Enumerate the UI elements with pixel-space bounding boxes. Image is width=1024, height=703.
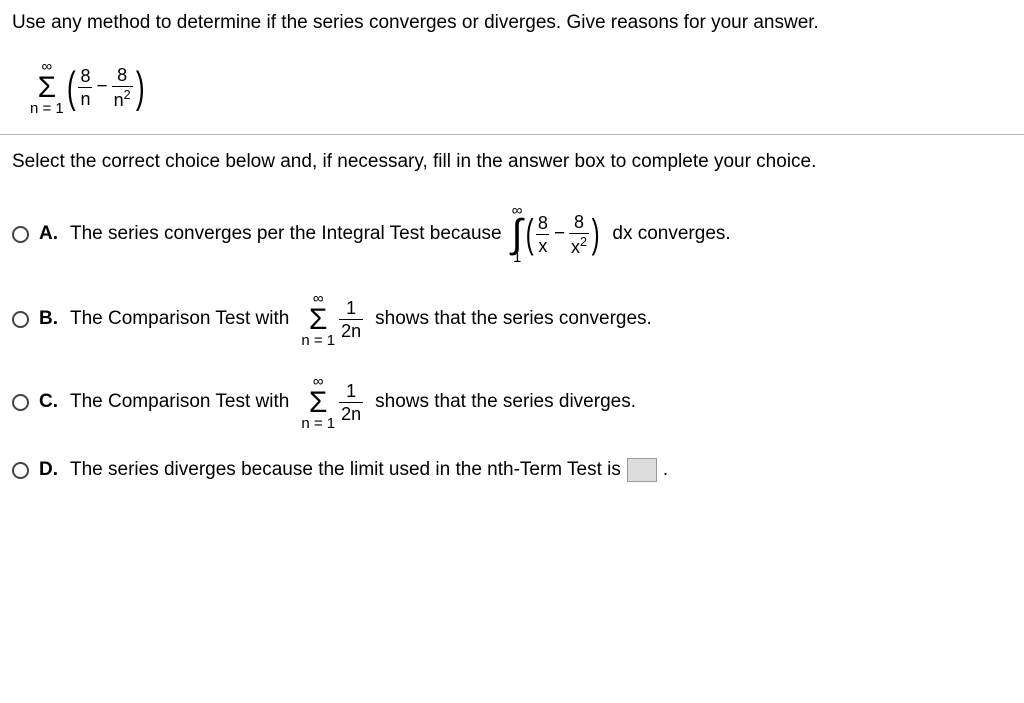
choice-c-letter: C. [39, 389, 58, 416]
choice-a-integral: ∞ ∫ 1 ( 8 x − 8 x2 ) [512, 203, 603, 265]
choice-a[interactable]: A. The series converges per the Integral… [12, 203, 1012, 265]
choice-b-pre: The Comparison Test with [70, 306, 289, 333]
series-expression: ∞ Σ n = 1 ( 8 n − 8 n2 ) [30, 53, 1012, 116]
choice-a-post: dx converges. [612, 221, 730, 248]
choice-c-post: shows that the series diverges. [375, 389, 636, 416]
radio-b[interactable] [12, 311, 29, 328]
choice-d-post: . [663, 457, 668, 484]
choice-d[interactable]: D. The series diverges because the limit… [12, 457, 1012, 484]
choice-d-letter: D. [39, 457, 58, 484]
choice-list: A. The series converges per the Integral… [12, 203, 1012, 484]
choice-a-pre: The series converges per the Integral Te… [70, 221, 502, 248]
choice-b-sum: ∞ Σ n = 1 1 2n [301, 291, 363, 348]
choice-d-pre: The series diverges because the limit us… [70, 457, 621, 484]
question-prompt: Use any method to determine if the serie… [12, 10, 1012, 37]
answer-input-d[interactable] [627, 458, 657, 482]
radio-d[interactable] [12, 462, 29, 479]
choice-a-letter: A. [39, 221, 58, 248]
instruction-text: Select the correct choice below and, if … [12, 149, 1012, 176]
choice-c-sum: ∞ Σ n = 1 1 2n [301, 374, 363, 431]
radio-a[interactable] [12, 226, 29, 243]
sigma-symbol: ∞ Σ n = 1 [30, 59, 64, 116]
choice-b-post: shows that the series converges. [375, 306, 652, 333]
choice-c[interactable]: C. The Comparison Test with ∞ Σ n = 1 1 … [12, 374, 1012, 431]
choice-b-letter: B. [39, 306, 58, 333]
choice-c-pre: The Comparison Test with [70, 389, 289, 416]
divider [0, 134, 1024, 135]
choice-b[interactable]: B. The Comparison Test with ∞ Σ n = 1 1 … [12, 291, 1012, 348]
radio-c[interactable] [12, 394, 29, 411]
